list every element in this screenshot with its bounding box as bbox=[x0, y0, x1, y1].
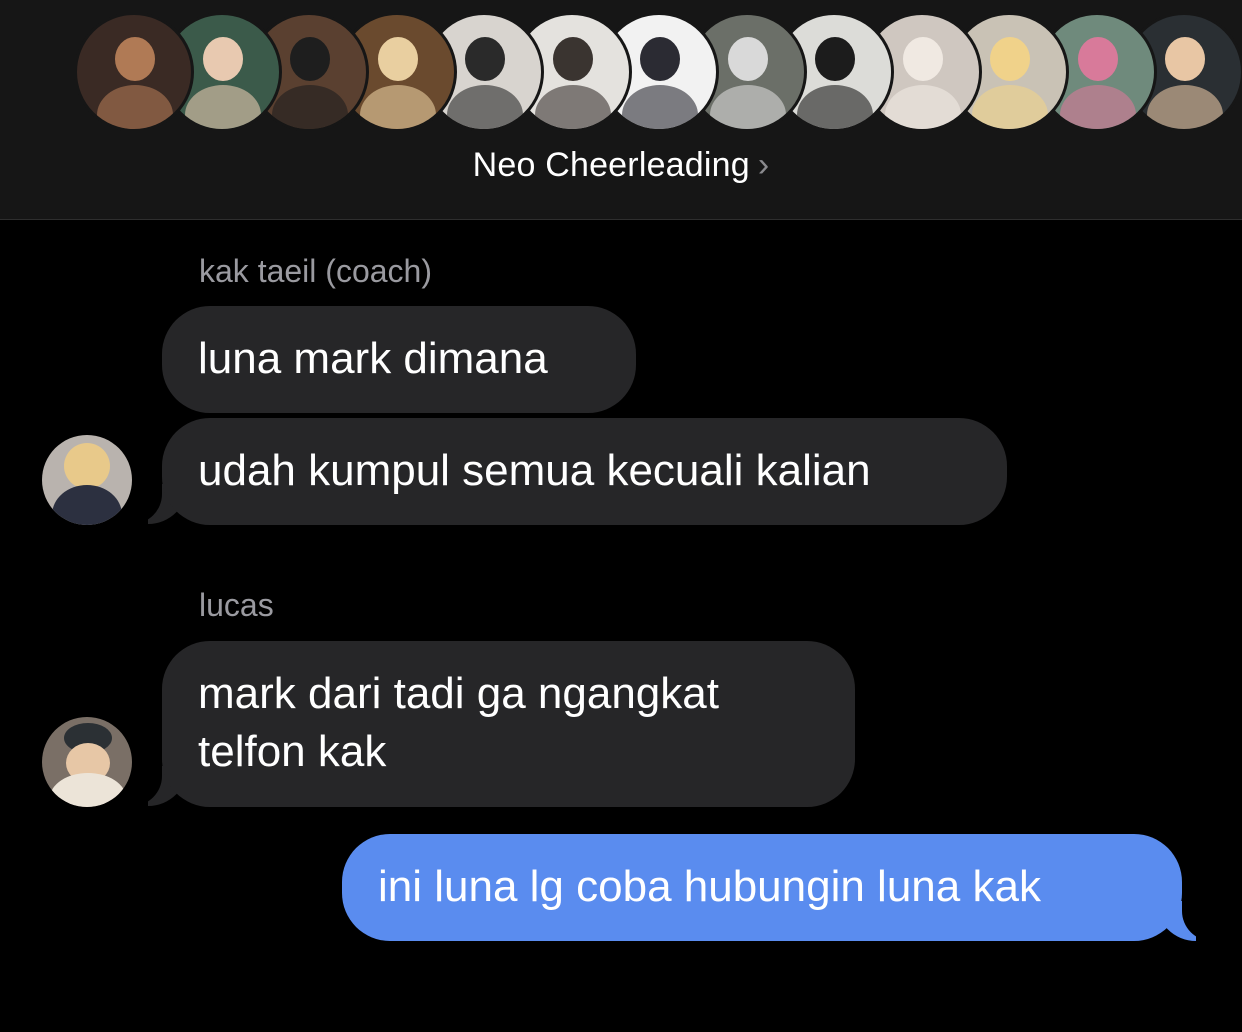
message-bubble-incoming[interactable]: luna mark dimana bbox=[162, 306, 636, 413]
bubble-tail bbox=[1156, 901, 1212, 941]
message-text: luna mark dimana bbox=[198, 334, 548, 383]
message-text: udah kumpul semua kecuali kalian bbox=[198, 446, 871, 495]
message-text-line: telfon kak bbox=[198, 727, 387, 776]
sender-name: kak taeil (coach) bbox=[199, 253, 432, 289]
message-bubble-incoming[interactable]: udah kumpul semua kecuali kalian bbox=[162, 418, 1007, 525]
message-text: ini luna lg coba hubungin luna kak bbox=[378, 862, 1041, 911]
group-name: Neo Cheerleading bbox=[472, 146, 750, 184]
chevron-right-icon: › bbox=[757, 146, 770, 184]
sender-name: lucas bbox=[199, 587, 274, 623]
message-text-line: mark dari tadi ga ngangkat bbox=[198, 669, 719, 718]
member-avatar-1[interactable] bbox=[74, 12, 194, 132]
group-member-avatars[interactable] bbox=[0, 12, 1242, 134]
conversation-header: Neo Cheerleading › bbox=[0, 0, 1242, 220]
message-bubble-incoming[interactable]: mark dari tadi ga ngangkat telfon kak bbox=[162, 641, 855, 807]
group-name-button[interactable]: Neo Cheerleading › bbox=[0, 146, 1242, 185]
sender-avatar[interactable] bbox=[42, 717, 132, 807]
sender-avatar[interactable] bbox=[42, 435, 132, 525]
message-bubble-outgoing[interactable]: ini luna lg coba hubungin luna kak bbox=[342, 834, 1182, 941]
